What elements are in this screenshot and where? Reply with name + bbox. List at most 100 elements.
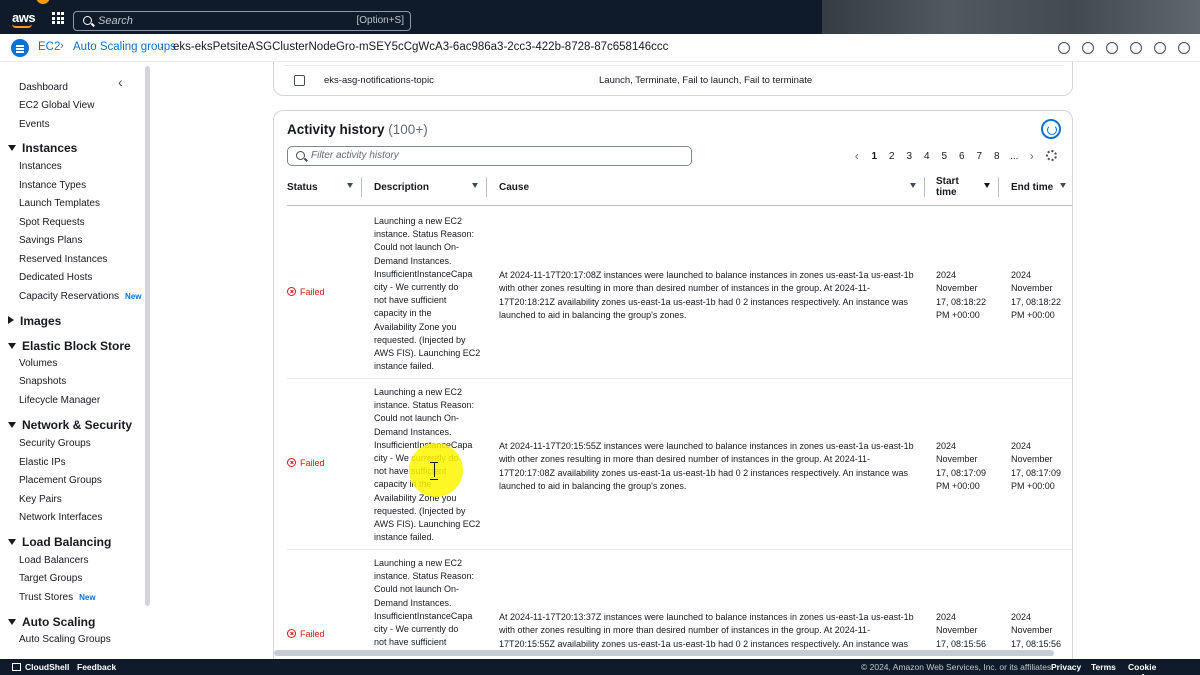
sidebar-item-dedicated-hosts[interactable]: Dedicated Hosts <box>19 272 92 283</box>
column-header-cause[interactable]: Cause <box>499 171 924 203</box>
chevron-right-icon: › <box>160 40 164 52</box>
description-cell: Launching a new EC2 instance. Status Reas… <box>374 558 475 648</box>
caret-down-icon <box>8 343 16 349</box>
page-button[interactable]: 2 <box>883 151 901 163</box>
sidebar-item-spot-requests[interactable]: Spot Requests <box>19 217 85 228</box>
shortcuts-icon[interactable] <box>1178 42 1190 54</box>
description-cell: Launching a new EC2 instance. Status Reas… <box>374 216 481 372</box>
sidebar-item-lifecycle-manager[interactable]: Lifecycle Manager <box>19 395 100 406</box>
table-settings-icon[interactable] <box>1046 150 1057 161</box>
notification-topic: eks-asg-notifications-topic <box>324 75 434 86</box>
error-icon <box>287 629 296 638</box>
notification-row-checkbox[interactable] <box>294 75 305 86</box>
chevron-right-icon: › <box>60 40 64 52</box>
sidebar-item-network-interfaces[interactable]: Network Interfaces <box>19 512 102 523</box>
header-divider <box>287 205 1072 206</box>
sidebar-item-snapshots[interactable]: Snapshots <box>19 376 66 387</box>
cause-cell: At 2024-11-17T20:15:55Z instances were l… <box>499 441 914 491</box>
sidebar-item-volumes[interactable]: Volumes <box>19 358 57 369</box>
sidebar-item-target-groups[interactable]: Target Groups <box>19 573 82 584</box>
search-icon <box>296 151 305 160</box>
column-header-status[interactable]: Status <box>287 171 361 203</box>
page-button[interactable]: 8 <box>988 151 1006 163</box>
sidebar-item-security-groups[interactable]: Security Groups <box>19 438 91 449</box>
filter-placeholder: Filter activity history <box>311 150 399 161</box>
status-failed: Failed <box>287 287 325 297</box>
services-grid-icon[interactable] <box>52 12 64 24</box>
utility-icons <box>1058 42 1190 54</box>
aws-logo[interactable]: aws <box>12 10 36 28</box>
sort-descending-icon <box>984 183 990 188</box>
feedback-icon[interactable] <box>1130 42 1142 54</box>
horizontal-scrollbar[interactable] <box>274 650 1054 656</box>
nav-section-network-security[interactable]: Network & Security <box>8 418 132 432</box>
sidebar-item-load-balancers[interactable]: Load Balancers <box>19 555 89 566</box>
terms-link[interactable]: Terms <box>1091 662 1116 672</box>
refresh-button[interactable] <box>1041 119 1061 139</box>
collapse-sidebar-icon[interactable]: ‹ <box>118 74 123 90</box>
activity-history-card: Activity history (100+) Filter activity … <box>273 110 1073 659</box>
previous-page-icon[interactable]: ‹ <box>848 149 866 163</box>
status-failed: Failed <box>287 629 325 639</box>
column-divider[interactable] <box>486 177 487 197</box>
column-header-start-time[interactable]: Start time <box>936 171 998 203</box>
sidebar-item-savings-plans[interactable]: Savings Plans <box>19 235 82 246</box>
page-button[interactable]: 6 <box>953 151 971 163</box>
page-button[interactable]: 3 <box>901 151 919 163</box>
sidebar-item-instance-types[interactable]: Instance Types <box>19 180 86 191</box>
new-badge: New <box>79 593 96 602</box>
filter-activity-input[interactable]: Filter activity history <box>287 146 692 166</box>
next-page-icon[interactable]: › <box>1023 149 1041 163</box>
cookie-preferences-link[interactable]: Cookie preferences <box>1128 662 1200 675</box>
lab-icon[interactable] <box>1106 42 1118 54</box>
column-header-end-time[interactable]: End time <box>1011 171 1072 203</box>
nav-section-elastic-block-store[interactable]: Elastic Block Store <box>8 339 131 353</box>
page-button[interactable]: ... <box>1006 151 1024 163</box>
row-divider <box>287 378 1072 379</box>
global-search-input[interactable]: Search [Option+S] <box>73 11 411 31</box>
end-time-cell: 2024 November 17, 08:17:09 PM +00:00 <box>1011 441 1062 491</box>
sidebar-item-elastic-ips[interactable]: Elastic IPs <box>19 457 66 468</box>
menu-toggle-button[interactable] <box>11 39 29 57</box>
error-icon <box>287 287 296 296</box>
column-divider[interactable] <box>998 177 999 197</box>
search-help-icon[interactable] <box>1154 42 1166 54</box>
sidebar-item-key-pairs[interactable]: Key Pairs <box>19 494 62 505</box>
notification-dot <box>36 0 50 4</box>
sidebar-item-auto-scaling-groups[interactable]: Auto Scaling Groups <box>19 634 111 645</box>
sort-icon <box>910 183 916 188</box>
sidebar-item-ec2-global-view[interactable]: EC2 Global View <box>19 100 94 111</box>
sidebar-item-capacity-reservations[interactable]: Capacity Reservations New <box>19 291 142 302</box>
page-button[interactable]: 1 <box>866 151 884 163</box>
nav-section-instances[interactable]: Instances <box>8 141 77 155</box>
nav-section-auto-scaling[interactable]: Auto Scaling <box>8 615 95 629</box>
sidebar-scrollbar[interactable] <box>145 66 150 606</box>
nav-section-images[interactable]: Images <box>8 314 61 328</box>
sidebar-item-reserved-instances[interactable]: Reserved Instances <box>19 254 107 265</box>
settings-icon[interactable] <box>1082 42 1094 54</box>
info-icon[interactable] <box>1058 42 1070 54</box>
cloudshell-link[interactable]: CloudShell <box>12 662 69 672</box>
feedback-link[interactable]: Feedback <box>77 662 116 672</box>
account-region-area-blurred[interactable] <box>822 0 1200 34</box>
column-divider[interactable] <box>361 177 362 197</box>
caret-down-icon <box>8 422 16 428</box>
sidebar-item-trust-stores[interactable]: Trust Stores New <box>19 592 96 603</box>
sidebar-item-instances[interactable]: Instances <box>19 161 62 172</box>
sidebar-item-dashboard[interactable]: Dashboard <box>19 82 68 93</box>
cause-cell: At 2024-11-17T20:17:08Z instances were l… <box>499 270 914 320</box>
page-button[interactable]: 4 <box>918 151 936 163</box>
nav-section-load-balancing[interactable]: Load Balancing <box>8 535 111 549</box>
column-divider[interactable] <box>924 177 925 197</box>
sidebar-item-placement-groups[interactable]: Placement Groups <box>19 475 102 486</box>
page-button[interactable]: 5 <box>936 151 954 163</box>
sidebar-item-events[interactable]: Events <box>19 119 50 130</box>
sidebar-item-launch-templates[interactable]: Launch Templates <box>19 198 100 209</box>
start-time-cell: 2024 November 17, 08:15:56 <box>936 612 987 649</box>
breadcrumb-ec2[interactable]: EC2 <box>38 41 60 53</box>
breadcrumb-bar: EC2 › Auto Scaling groups › eks-eksPetsi… <box>0 34 1200 62</box>
main-content: eks-asg-notifications-topic Launch, Term… <box>152 62 1200 659</box>
column-header-description[interactable]: Description <box>374 171 486 203</box>
privacy-link[interactable]: Privacy <box>1051 662 1081 672</box>
page-button[interactable]: 7 <box>971 151 989 163</box>
